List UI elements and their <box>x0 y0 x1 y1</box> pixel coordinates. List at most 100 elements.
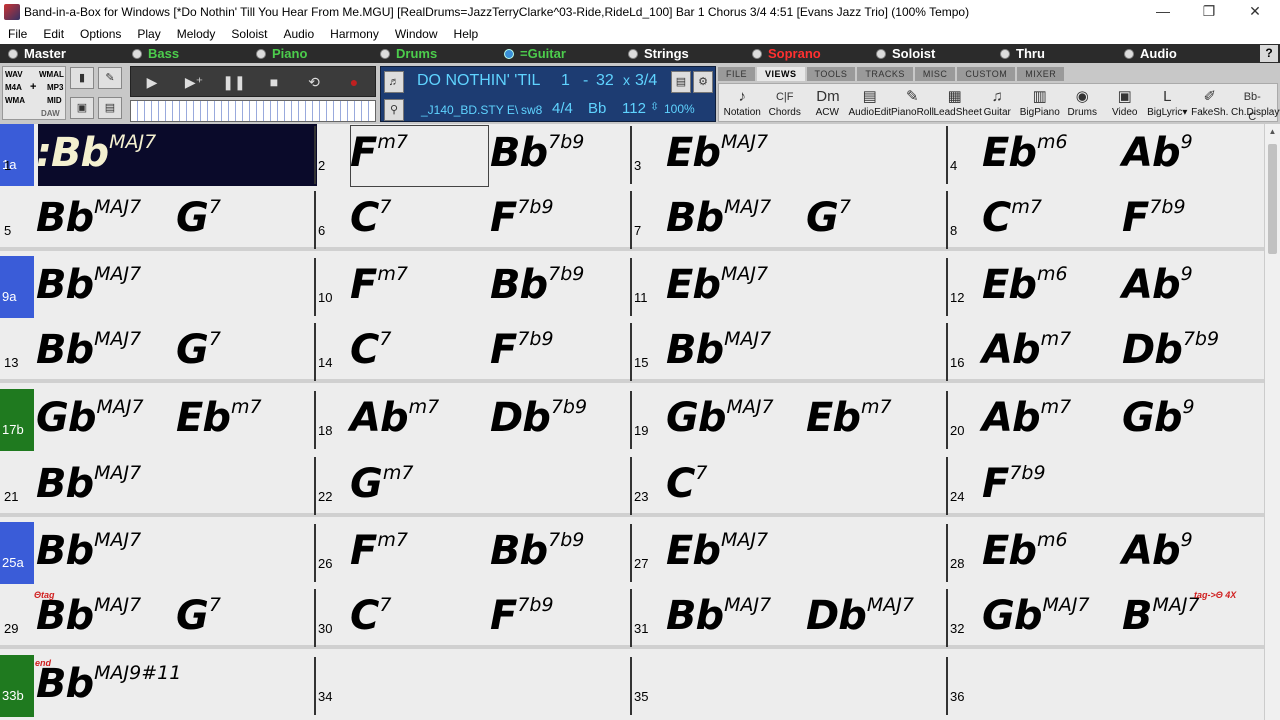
view-leadsheet-button[interactable]: ▦ LeadSheet <box>934 84 982 122</box>
tab-misc[interactable]: MISC <box>914 67 956 81</box>
view-chdisplay-button[interactable]: Bb-C Ch.Display▾ <box>1231 84 1280 123</box>
track-soloist[interactable]: Soloist <box>876 44 935 63</box>
chord-symbol[interactable]: F7b9 <box>1122 195 1186 241</box>
chord-symbol[interactable]: BbMAJ7 <box>36 327 141 373</box>
chord-symbol[interactable]: EbMAJ7 <box>666 262 768 308</box>
track-strings[interactable]: Strings <box>628 44 689 63</box>
track-radio-icon[interactable] <box>628 48 638 59</box>
chord-symbol[interactable]: Bb7b9 <box>490 130 584 176</box>
help-button[interactable]: ? <box>1260 45 1278 62</box>
chord-symbol[interactable]: F7b9 <box>490 593 554 639</box>
chord-symbol[interactable]: Cm7 <box>982 195 1042 241</box>
chord-symbol[interactable]: Ebm7 <box>176 395 262 441</box>
m4a-button[interactable]: M4A <box>5 83 22 92</box>
minimize-button[interactable]: — <box>1140 0 1186 24</box>
track-radio-icon[interactable] <box>1000 48 1010 59</box>
track-audio[interactable]: Audio <box>1124 44 1177 63</box>
chord-symbol[interactable]: Ebm6 <box>982 262 1068 308</box>
chord-symbol[interactable]: C7 <box>666 461 707 507</box>
tempo-stepper-icon[interactable]: ⇳ <box>650 100 659 113</box>
chord-symbol[interactable]: C7 <box>350 593 391 639</box>
chord-symbol[interactable]: Abm7 <box>982 327 1071 373</box>
pause-icon[interactable]: ❚❚ <box>217 71 251 93</box>
track-thru[interactable]: Thru <box>1000 44 1045 63</box>
chord-symbol[interactable]: BbMAJ7 <box>36 461 141 507</box>
mini-keyboard[interactable] <box>130 100 376 122</box>
open-song-icon[interactable]: ▮ <box>70 67 94 89</box>
track-radio-icon[interactable] <box>752 48 762 59</box>
chord-symbol[interactable]: G7 <box>806 195 851 241</box>
track-radio-icon[interactable] <box>876 48 886 59</box>
wma-button[interactable]: WMA <box>5 96 25 105</box>
chord-symbol[interactable]: EbMAJ7 <box>666 528 768 574</box>
view-guitar-button[interactable]: ♫ Guitar <box>976 84 1019 122</box>
chord-symbol[interactable]: GbMAJ7 <box>982 593 1090 639</box>
view-notation-button[interactable]: ♪ Notation <box>721 84 764 122</box>
section-label[interactable]: 1a <box>0 124 34 186</box>
stop-icon[interactable]: ■ <box>257 71 291 93</box>
chord-symbol[interactable]: Db7b9 <box>1122 327 1219 373</box>
chord-symbol[interactable]: BbMAJ7 <box>666 195 771 241</box>
section-label[interactable]: 9a <box>0 256 34 318</box>
tab-mixer[interactable]: MIXER <box>1017 67 1065 81</box>
chord-symbol[interactable]: :BbMAJ7 <box>36 130 156 176</box>
chorus-count[interactable]: 3/4 <box>635 72 657 90</box>
chord-symbol[interactable]: Ebm7 <box>806 395 892 441</box>
tempo-value[interactable]: 112 <box>622 100 646 117</box>
view-chords-button[interactable]: C|F Chords <box>764 84 807 122</box>
chord-symbol[interactable]: Ab9 <box>1122 528 1193 574</box>
track-radio-icon[interactable] <box>1124 48 1134 59</box>
chord-symbol[interactable]: Ebm6 <box>982 528 1068 574</box>
menu-edit[interactable]: Edit <box>35 24 72 44</box>
chord-symbol[interactable]: G7 <box>176 327 221 373</box>
track-master[interactable]: Master <box>8 44 66 63</box>
chord-symbol[interactable]: Abm7 <box>982 395 1071 441</box>
tab-file[interactable]: FILE <box>718 67 756 81</box>
close-button[interactable]: ✕ <box>1232 0 1278 24</box>
menu-soloist[interactable]: Soloist <box>223 24 275 44</box>
chord-symbol[interactable]: BbMAJ7 <box>666 593 771 639</box>
save-as-icon[interactable]: ▤ <box>98 97 122 119</box>
mp3-button[interactable]: MP3 <box>47 83 63 92</box>
menu-window[interactable]: Window <box>387 24 446 44</box>
plus-icon[interactable]: + <box>30 81 36 93</box>
chord-symbol[interactable]: Fm7 <box>350 130 408 176</box>
view-acw-button[interactable]: Dm ACW <box>806 84 849 122</box>
track-radio-icon[interactable] <box>256 48 266 59</box>
mid-button[interactable]: MID <box>47 96 62 105</box>
chord-symbol[interactable]: Abm7 <box>350 395 439 441</box>
menu-harmony[interactable]: Harmony <box>322 24 387 44</box>
track-bass[interactable]: Bass <box>132 44 179 63</box>
bar-start[interactable]: 1 <box>561 72 570 90</box>
view-pianoroll-button[interactable]: ✎ PianoRoll <box>891 84 934 122</box>
section-label[interactable]: 25a <box>0 522 34 584</box>
track-radio-icon[interactable] <box>132 48 142 59</box>
style-name[interactable]: _J140_BD.STY E\ <box>421 103 518 117</box>
track-radio-icon[interactable] <box>504 48 514 59</box>
track-radio-icon[interactable] <box>380 48 390 59</box>
section-label[interactable]: 17b <box>0 389 34 451</box>
chord-symbol[interactable]: BMAJ7 <box>1122 593 1200 639</box>
key-signature[interactable]: Bb <box>588 100 606 117</box>
tab-tools[interactable]: TOOLS <box>806 67 856 81</box>
tab-views[interactable]: VIEWS <box>757 67 805 81</box>
chord-symbol[interactable]: BbMAJ7 <box>36 262 141 308</box>
vertical-scrollbar[interactable]: ▲ <box>1264 124 1280 720</box>
chord-symbol[interactable]: GbMAJ7 <box>666 395 774 441</box>
bar-end[interactable]: 32 <box>596 72 614 90</box>
chord-symbol[interactable]: Fm7 <box>350 528 408 574</box>
track-drums[interactable]: Drums <box>380 44 437 63</box>
wmal-button[interactable]: WMAL <box>39 70 64 79</box>
chord-symbol[interactable]: G7 <box>176 195 221 241</box>
chord-symbol[interactable]: Ab9 <box>1122 262 1193 308</box>
section-label[interactable]: 33b <box>0 655 34 717</box>
track-piano[interactable]: Piano <box>256 44 307 63</box>
view-drums-button[interactable]: ◉ Drums <box>1061 84 1104 122</box>
track-guitar[interactable]: =Guitar <box>504 44 566 63</box>
notepad-icon[interactable]: ▤ <box>671 71 691 93</box>
chord-symbol[interactable]: BbMAJ7 <box>36 195 141 241</box>
wav-button[interactable]: WAV <box>5 70 23 79</box>
daw-button[interactable]: DAW <box>41 109 60 118</box>
chord-symbol[interactable]: Db7b9 <box>490 395 587 441</box>
scroll-thumb[interactable] <box>1268 144 1277 254</box>
